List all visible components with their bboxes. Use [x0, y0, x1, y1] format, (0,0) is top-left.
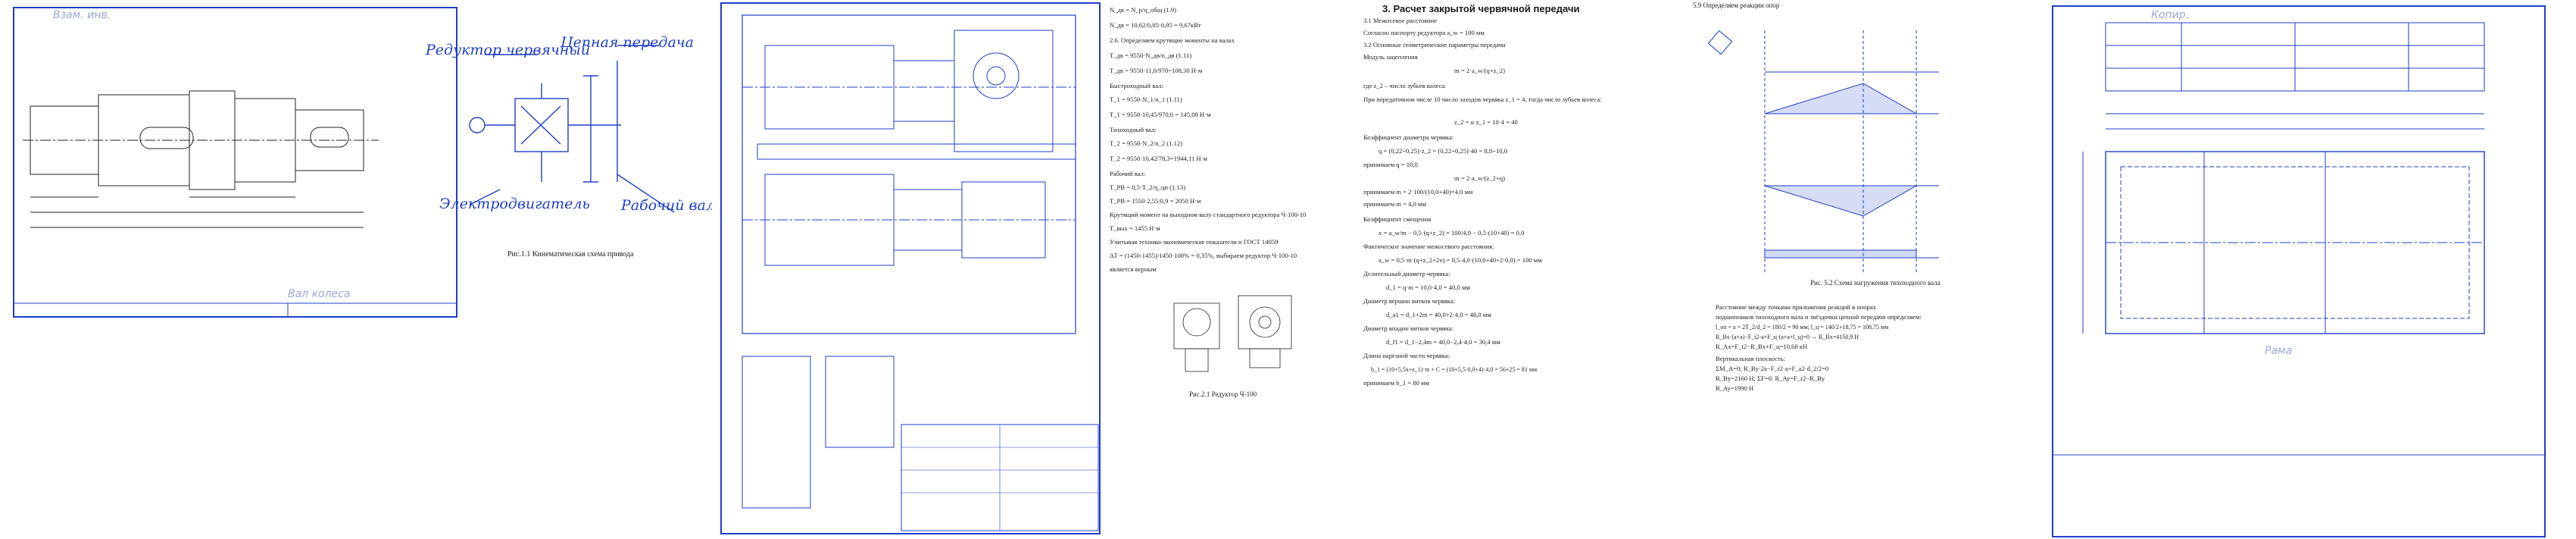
text-line: Модуль зацепления [1363, 53, 1418, 61]
frame-drawing-svg [2052, 5, 2546, 537]
text-line: T_вых = 1455 Н·м [1110, 224, 1160, 232]
text-line: принимаем m = 2·100/(10,0+40)=4,0 мм [1363, 188, 1473, 196]
text-line: T_1 = 9550·10,45/970,0 = 145,08 Н·м [1110, 111, 1211, 118]
text-line: T_2 = 9550·10,42/78,3=1944,11 Н·м [1110, 155, 1207, 162]
text-line: T_РВ = 1550·2,55/0,9 = 2050 Н·м [1110, 197, 1201, 205]
loading-caption: Рис. 5.2 Схема нагружения тихоходного ва… [1810, 279, 1941, 287]
shaft-drawing-svg [13, 7, 457, 318]
sheet-calculation-text: 3. Расчет закрытой червячной передачи N_… [1106, 0, 1636, 539]
reducer-caption: Рис.2.1 Редуктор Ч-100 [1189, 390, 1257, 398]
text-line: Согласно паспорту редуктора a_w = 100 мм [1363, 29, 1485, 36]
kinematic-scheme: Редуктор червячный Цепная передача Элект… [424, 0, 720, 539]
kinematic-scheme-svg [469, 45, 675, 213]
text-line: Тихоходный вал: [1110, 126, 1157, 133]
sheet-frame-drawing: Копир. Рама [2037, 0, 2576, 539]
text-line: T_2 = 9550·N_2/n_2 (1.12) [1110, 139, 1183, 147]
kinematic-caption: Рис.1.1 Кинематическая схема привода [507, 250, 634, 259]
text-line: подшипников тихоходного вала и звёздочки… [1716, 313, 1922, 321]
reducer-figure [1173, 295, 1292, 372]
text-line: Диаметр впадин витков червяка: [1363, 324, 1454, 332]
text-line: z_2 = u·z_1 = 10·4 = 40 [1454, 118, 1518, 126]
text-line: T_1 = 9550·N_1/n_1 (1.11) [1110, 96, 1182, 103]
text-line: x = a_w/m − 0,5·(q+z_2) = 100/4,0 − 0,5·… [1379, 229, 1525, 237]
text-line: принимаем m = 4,0 мм [1363, 200, 1426, 208]
stamp-bottom: Вал колеса [288, 288, 351, 300]
text-line: Рабочий вал: [1110, 170, 1146, 177]
text-line: T_дв = 9550·11,0/970=108,30 Н·м [1110, 67, 1203, 74]
text-line: ΣM_A=0; R_By·2a−F_r2·a+F_a2·d_2/2=0 [1716, 365, 1829, 372]
text-line: d_a1 = d_1+2m = 40,0+2·4,0 = 48,0 мм [1386, 311, 1491, 318]
text-line: принимаем b_1 = 80 мм [1363, 379, 1429, 387]
text-line: d_1 = q·m = 10,0·4,0 = 40,0 мм [1386, 284, 1470, 291]
text-line: Крутящий момент на выходном валу стандар… [1110, 211, 1307, 218]
text-line: m = 2·a_w/(z_2+q) [1454, 174, 1505, 182]
text-line: m = 2·a_w/(q+z_2) [1454, 67, 1505, 74]
text-line: Коэффициент смещения [1363, 215, 1432, 223]
sheet-shaft-drawing: Взам. инв. Вал колеса [0, 0, 462, 539]
text-line: принимаем q = 10,0 [1363, 161, 1418, 168]
text-line: q = (0,22÷0,25)·z_2 = (0,22÷0,25)·40 = 8… [1379, 147, 1507, 155]
sheet-assembly-drawing [712, 0, 1106, 539]
text-line: Длина нарезной части червяка: [1363, 352, 1450, 359]
text-line: где z_2 – число зубьев колеса [1363, 82, 1445, 89]
text-line: 2.6. Определяем крутящие моменты на вала… [1110, 36, 1235, 44]
text-line: является верным [1110, 265, 1157, 273]
sheet-loading-diagram: 5.9 Определяем реакции опор Рис. 5.2 Схе… [1689, 0, 2015, 539]
text-line: R_Ay=1990 Н [1716, 384, 1754, 392]
text-line: a_w = 0,5·m·(q+z_2+2x) = 0,5·4,0·(10,0+4… [1379, 256, 1542, 264]
text-line: b_1 = (10+5,5x+z_1)·m + C = (10+5,5·0,0+… [1371, 366, 1537, 373]
text-line: l_оп = a = 2T_2/d_2 = 180/2 = 90 мм; l_ц… [1716, 324, 1889, 331]
text-line: d_f1 = d_1−2,4m = 40,0−2,4·4,0 = 30,4 мм [1386, 338, 1500, 346]
section-heading: 3. Расчет закрытой червячной передачи [1382, 3, 1580, 14]
text-line: Коэффициент диаметра червяка: [1363, 133, 1454, 141]
text-line: Расстояние между точками приложения реак… [1716, 303, 1876, 311]
label-chain: Цепная передача [560, 34, 694, 51]
text-line: T_дв = 9550·N_дв/n_дв (1.11) [1110, 52, 1192, 59]
stamp-top: Взам. инв. [53, 9, 111, 21]
loading-diagram-svg [1707, 30, 1939, 273]
assembly-drawing-svg [720, 2, 1101, 534]
text-line: Вертикальная плоскость: [1716, 355, 1786, 362]
text-line: ΔT = (1450-1455)/1450·100% = 0,35%, выби… [1110, 252, 1297, 259]
frame-stamp-bottom: Рама [2265, 345, 2293, 357]
text-line: N_дв = N_р/η_общ (1.9) [1110, 6, 1176, 14]
text-line: R_Bx·(a+a)−F_t2·a+F_ц·(a+a+l_ц)=0 → R_Bx… [1716, 334, 1859, 340]
text-line: Быстроходный вал: [1110, 82, 1163, 89]
text-line: T_РВ = 0,5·T_2/η_цп (1.13) [1110, 183, 1185, 191]
text-line: Фактическое значение межосевого расстоян… [1363, 243, 1494, 250]
text-line: N_дв = 10,62/0,85·0,95 = 9,67кВт [1110, 21, 1201, 29]
text-line: При передаточном числе 10 число заходов … [1363, 96, 1602, 103]
text-line: Делительный диаметр червяка: [1363, 270, 1450, 277]
label-shaft: Рабочий вал [621, 197, 715, 214]
text-line: Учитывая технико-экономические показател… [1110, 238, 1279, 246]
text-line: 3.1 Межосевое расстояние [1363, 17, 1438, 24]
frame-stamp-top: Копир. [2151, 9, 2190, 21]
text-line: 3.2 Основные геометрические параметры пе… [1363, 41, 1506, 49]
label-motor: Электродвигатель [439, 196, 590, 212]
text-line: R_Ax=F_t2−R_Bx+F_ц=10,68 кН [1716, 343, 1808, 350]
text-line: R_By=2160 Н; ΣF=0: R_Ay=F_r2−R_By [1716, 374, 1825, 382]
text-line: Диаметр вершин витков червяка: [1363, 297, 1456, 305]
